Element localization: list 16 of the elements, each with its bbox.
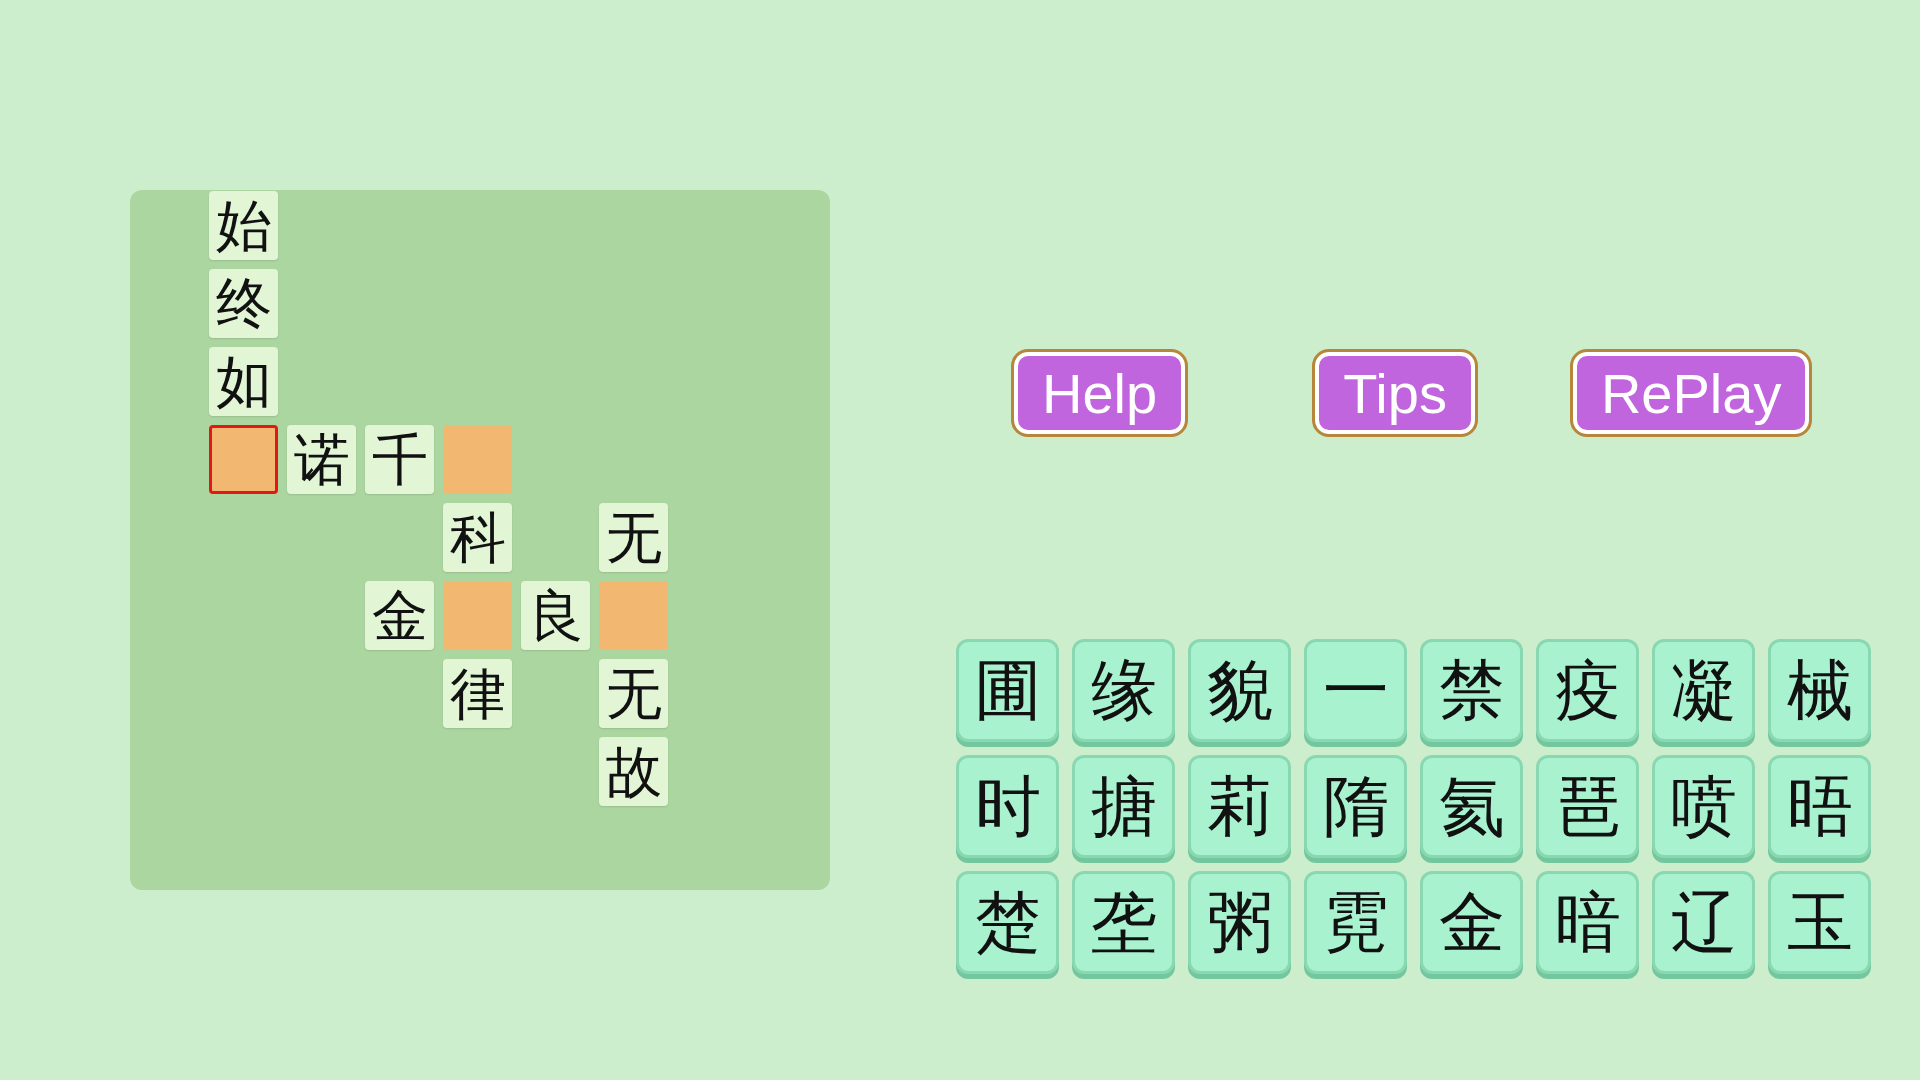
empty-cell[interactable]: [599, 581, 668, 650]
letter-cell[interactable]: 无: [599, 659, 668, 728]
letter-cell[interactable]: 科: [443, 503, 512, 572]
letter-cell[interactable]: 诺: [287, 425, 356, 494]
letter-cell[interactable]: 无: [599, 503, 668, 572]
letter-cell[interactable]: 良: [521, 581, 590, 650]
empty-cell[interactable]: [209, 425, 278, 494]
letter-cell[interactable]: 如: [209, 347, 278, 416]
letter-cell[interactable]: 故: [599, 737, 668, 806]
letter-cell[interactable]: 千: [365, 425, 434, 494]
empty-cell[interactable]: [443, 581, 512, 650]
empty-cell[interactable]: [443, 425, 512, 494]
letter-cell[interactable]: 终: [209, 269, 278, 338]
letter-cell[interactable]: 金: [365, 581, 434, 650]
letter-cell[interactable]: 律: [443, 659, 512, 728]
letter-cell[interactable]: 始: [209, 191, 278, 260]
